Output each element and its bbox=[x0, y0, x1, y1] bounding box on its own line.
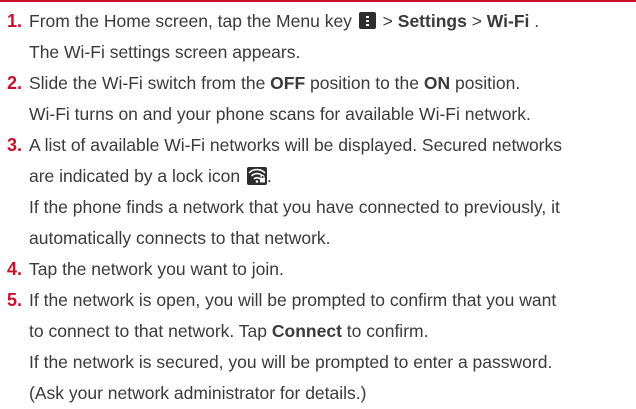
step-1-line-2: The Wi-Fi settings screen appears. bbox=[0, 37, 636, 68]
wifi-lock-icon bbox=[246, 167, 267, 185]
step-2-text-end: position. bbox=[455, 73, 521, 93]
step-5-line-4: (Ask your network administrator for deta… bbox=[0, 378, 636, 409]
step-5-text-cont: to connect to that network. Tap bbox=[29, 321, 272, 341]
step-3-text: A list of available Wi-Fi networks will … bbox=[29, 135, 562, 155]
step-4-number: 4. bbox=[7, 259, 23, 279]
step-3-line-1: 3. A list of available Wi-Fi networks wi… bbox=[0, 130, 636, 161]
step-3-line-3: If the phone finds a network that you ha… bbox=[0, 192, 636, 223]
step-5-text-end: to confirm. bbox=[346, 321, 429, 341]
step-3-number: 3. bbox=[7, 135, 23, 155]
step-4-line-1: 4. Tap the network you want to join. bbox=[0, 254, 636, 285]
on-label: ON bbox=[423, 73, 451, 93]
period: . bbox=[266, 166, 272, 186]
step-3-note: If the phone finds a network that you ha… bbox=[29, 197, 560, 217]
step-5-number: 5. bbox=[7, 290, 23, 310]
wifi-steps-list: 1. From the Home screen, tap the Menu ke… bbox=[0, 6, 636, 409]
step-2-line-1: 2. Slide the Wi-Fi switch from the OFF p… bbox=[0, 68, 636, 99]
menu-key-icon bbox=[358, 12, 376, 29]
step-3-line-4: automatically connects to that network. bbox=[0, 223, 636, 254]
off-label: OFF bbox=[270, 73, 306, 93]
step-1-text: From the Home screen, tap the Menu key bbox=[29, 11, 352, 31]
step-5-line-2: to connect to that network. Tap Connect … bbox=[0, 316, 636, 347]
step-1-number: 1. bbox=[7, 11, 23, 31]
period: . bbox=[534, 11, 540, 31]
step-3-line-2: are indicated by a lock icon . bbox=[0, 161, 636, 192]
step-1-result: The Wi-Fi settings screen appears. bbox=[29, 42, 301, 62]
step-5-line-1: 5. If the network is open, you will be p… bbox=[0, 285, 636, 316]
connect-label: Connect bbox=[271, 321, 342, 341]
wifi-label: Wi-Fi bbox=[486, 11, 530, 31]
step-3-note-cont: automatically connects to that network. bbox=[29, 228, 331, 248]
step-2-result: Wi-Fi turns on and your phone scans for … bbox=[29, 104, 531, 124]
step-2-text-mid: position to the bbox=[310, 73, 424, 93]
separator: > bbox=[471, 11, 487, 31]
step-5-note-cont: (Ask your network administrator for deta… bbox=[29, 383, 367, 403]
separator: > bbox=[382, 11, 398, 31]
top-rule bbox=[0, 0, 636, 2]
step-4-text: Tap the network you want to join. bbox=[29, 259, 284, 279]
step-5-note: If the network is secured, you will be p… bbox=[29, 352, 553, 372]
step-2-number: 2. bbox=[7, 73, 23, 93]
step-5-line-3: If the network is secured, you will be p… bbox=[0, 347, 636, 378]
step-2-text: Slide the Wi-Fi switch from the bbox=[29, 73, 271, 93]
settings-label: Settings bbox=[397, 11, 467, 31]
step-2-line-2: Wi-Fi turns on and your phone scans for … bbox=[0, 99, 636, 130]
step-1-line-1: 1. From the Home screen, tap the Menu ke… bbox=[0, 6, 636, 37]
step-3-text-cont: are indicated by a lock icon bbox=[29, 166, 241, 186]
step-5-text: If the network is open, you will be prom… bbox=[29, 290, 557, 310]
